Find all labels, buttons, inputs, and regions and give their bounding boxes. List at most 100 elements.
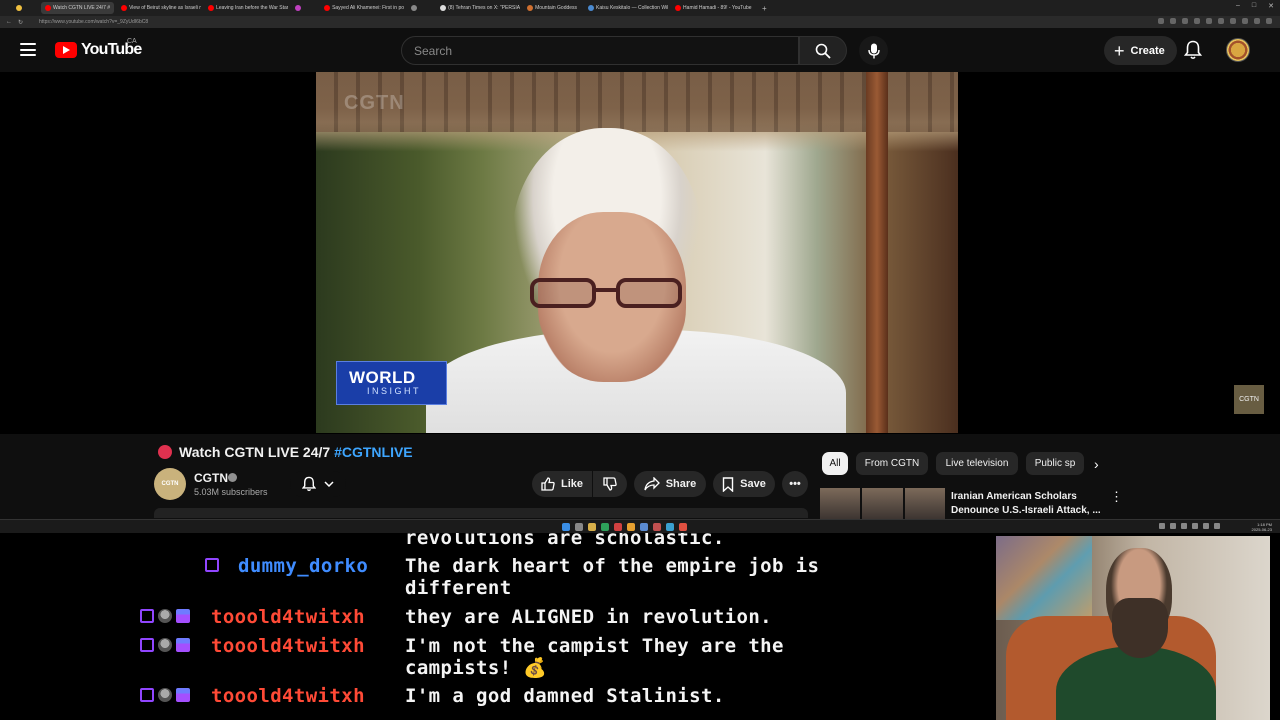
webcam-background-panel	[996, 536, 1092, 620]
like-button[interactable]: Like	[532, 471, 592, 497]
search-button[interactable]	[799, 36, 847, 65]
chevron-right-icon[interactable]: ›	[1094, 456, 1099, 472]
extension-icon[interactable]	[1230, 18, 1236, 24]
notifications-button[interactable]	[1183, 40, 1203, 65]
back-icon[interactable]: ←	[6, 19, 12, 25]
close-window-button[interactable]: ✕	[1268, 2, 1274, 10]
program-badge: WORLD INSIGHT	[336, 361, 447, 405]
program-badge-bottom: INSIGHT	[367, 386, 422, 396]
browser-tab[interactable]: Kaisu Keskitalo — Collection Wiki	[584, 2, 668, 14]
chip-live-television[interactable]: Live television	[936, 452, 1018, 475]
extension-icon[interactable]	[1254, 18, 1260, 24]
video-title: Watch CGTN LIVE 24/7 #CGTNLIVE	[179, 444, 413, 460]
chat-message-text: different	[405, 577, 512, 599]
speaker-glasses	[530, 278, 682, 308]
stream-chat-overlay: revolutions are scholastic. dummy_dorko …	[0, 533, 994, 720]
account-avatar[interactable]	[1226, 38, 1250, 62]
tab-favicon-icon	[121, 5, 128, 11]
channel-name[interactable]: CGTN	[194, 471, 228, 485]
folder-icon[interactable]	[588, 523, 596, 531]
app-icon[interactable]	[666, 523, 674, 531]
webcam-beard	[1112, 598, 1168, 658]
new-tab-button[interactable]: +	[762, 4, 767, 13]
recommendation-thumbnail[interactable]	[820, 488, 945, 520]
video-player[interactable]: CGTN WORLD INSIGHT	[316, 72, 958, 433]
browser-tab[interactable]	[12, 2, 38, 14]
browser-tab[interactable]: Hamid Hamadi - 89! - YouTube	[671, 2, 755, 14]
tab-favicon-icon	[588, 5, 595, 11]
chip-from-cgtn[interactable]: From CGTN	[856, 452, 928, 475]
extension-icon[interactable]	[1194, 18, 1200, 24]
start-icon[interactable]	[562, 523, 570, 531]
browser-tab[interactable]: (8) Tehran Times on X: "PERSIAN	[436, 2, 520, 14]
more-vertical-icon[interactable]: ⋮	[1110, 489, 1123, 505]
voice-search-button[interactable]	[859, 36, 888, 65]
subscribed-bell-button[interactable]	[290, 471, 346, 497]
extension-icons	[1158, 18, 1272, 24]
twitch-badge-icon	[205, 558, 219, 572]
extension-icon[interactable]	[1158, 18, 1164, 24]
maximize-button[interactable]: □	[1252, 2, 1256, 10]
youtube-logo[interactable]: YouTube CA	[55, 38, 142, 59]
chat-username: tooold4twitxh	[211, 606, 365, 628]
extension-icon[interactable]	[1242, 18, 1248, 24]
app-icon[interactable]	[640, 523, 648, 531]
browser-tab[interactable]	[291, 2, 317, 14]
gift-badge-icon	[176, 688, 190, 702]
app-icon[interactable]	[601, 523, 609, 531]
tray-icon[interactable]	[1203, 523, 1209, 529]
browser-tab-bar: Watch CGTN LIVE 24/7 # View of Beirut sky…	[0, 0, 1280, 16]
live-indicator-icon	[158, 445, 172, 459]
create-button[interactable]: + Create	[1104, 36, 1177, 65]
chip-public-speaking[interactable]: Public sp	[1026, 452, 1084, 475]
minimize-button[interactable]: –	[1236, 2, 1240, 10]
tray-icon[interactable]	[1170, 523, 1176, 529]
plus-icon: +	[1114, 40, 1125, 61]
app-icon[interactable]	[653, 523, 661, 531]
search-input[interactable]	[414, 43, 798, 58]
extension-icon[interactable]	[1170, 18, 1176, 24]
video-frame-roof	[316, 72, 958, 132]
browser-tab[interactable]: Watch CGTN LIVE 24/7 #	[41, 2, 115, 14]
reload-icon[interactable]: ↻	[18, 19, 23, 26]
chat-username: tooold4twitxh	[211, 685, 365, 707]
chip-all[interactable]: All	[822, 452, 848, 475]
browser-tab[interactable]: Sayyed Ali Khamenei: First in pov	[320, 2, 404, 14]
system-clock[interactable]: 1:18 PM 2025-06-23	[1252, 522, 1272, 532]
save-button[interactable]: Save	[713, 471, 775, 497]
browser-icon[interactable]	[679, 523, 687, 531]
tray-icon[interactable]	[1159, 523, 1165, 529]
search-box	[401, 36, 799, 65]
app-icon[interactable]	[627, 523, 635, 531]
tray-icon[interactable]	[1192, 523, 1198, 529]
bookmark-icon	[722, 476, 734, 492]
recommendation-title[interactable]: Iranian American Scholars Denounce U.S.-…	[951, 490, 1101, 518]
hashtag-link[interactable]: #CGTNLIVE	[334, 444, 413, 460]
app-icon[interactable]	[614, 523, 622, 531]
extension-icon[interactable]	[1206, 18, 1212, 24]
browser-address-bar: ← ↻ https://www.youtube.com/watch?v=_9Zy…	[0, 16, 1280, 28]
extension-icon[interactable]	[1266, 18, 1272, 24]
browser-tab[interactable]: Leaving Iran before the War Starts	[204, 2, 288, 14]
thumbs-up-icon	[541, 477, 555, 491]
extension-icon[interactable]	[1218, 18, 1224, 24]
tray-icon[interactable]	[1214, 523, 1220, 529]
tab-favicon-icon	[16, 5, 22, 11]
browser-tab[interactable]: View of Beirut skyline as Israeli m	[117, 2, 201, 14]
browser-tab[interactable]	[407, 2, 433, 14]
tray-icon[interactable]	[1181, 523, 1187, 529]
url-field[interactable]: https://www.youtube.com/watch?v=_9ZyUdI6…	[39, 19, 148, 25]
extension-icon[interactable]	[1182, 18, 1188, 24]
chat-message-text: I'm a god damned Stalinist.	[405, 685, 725, 707]
hamburger-menu-icon[interactable]	[20, 43, 36, 56]
description-box[interactable]	[154, 508, 808, 518]
browser-tab[interactable]: Mountain Goddess	[523, 2, 581, 14]
channel-avatar[interactable]: CGTN	[154, 468, 186, 500]
thumbs-down-icon	[603, 477, 617, 491]
taskbar-search-icon[interactable]	[575, 523, 583, 531]
share-button[interactable]: Share	[634, 471, 706, 497]
tab-label: Hamid Hamadi - 89! - YouTube	[683, 5, 752, 11]
dislike-button[interactable]	[593, 471, 627, 497]
video-title-text: Watch CGTN LIVE 24/7	[179, 444, 335, 460]
more-actions-button[interactable]: •••	[782, 471, 808, 497]
